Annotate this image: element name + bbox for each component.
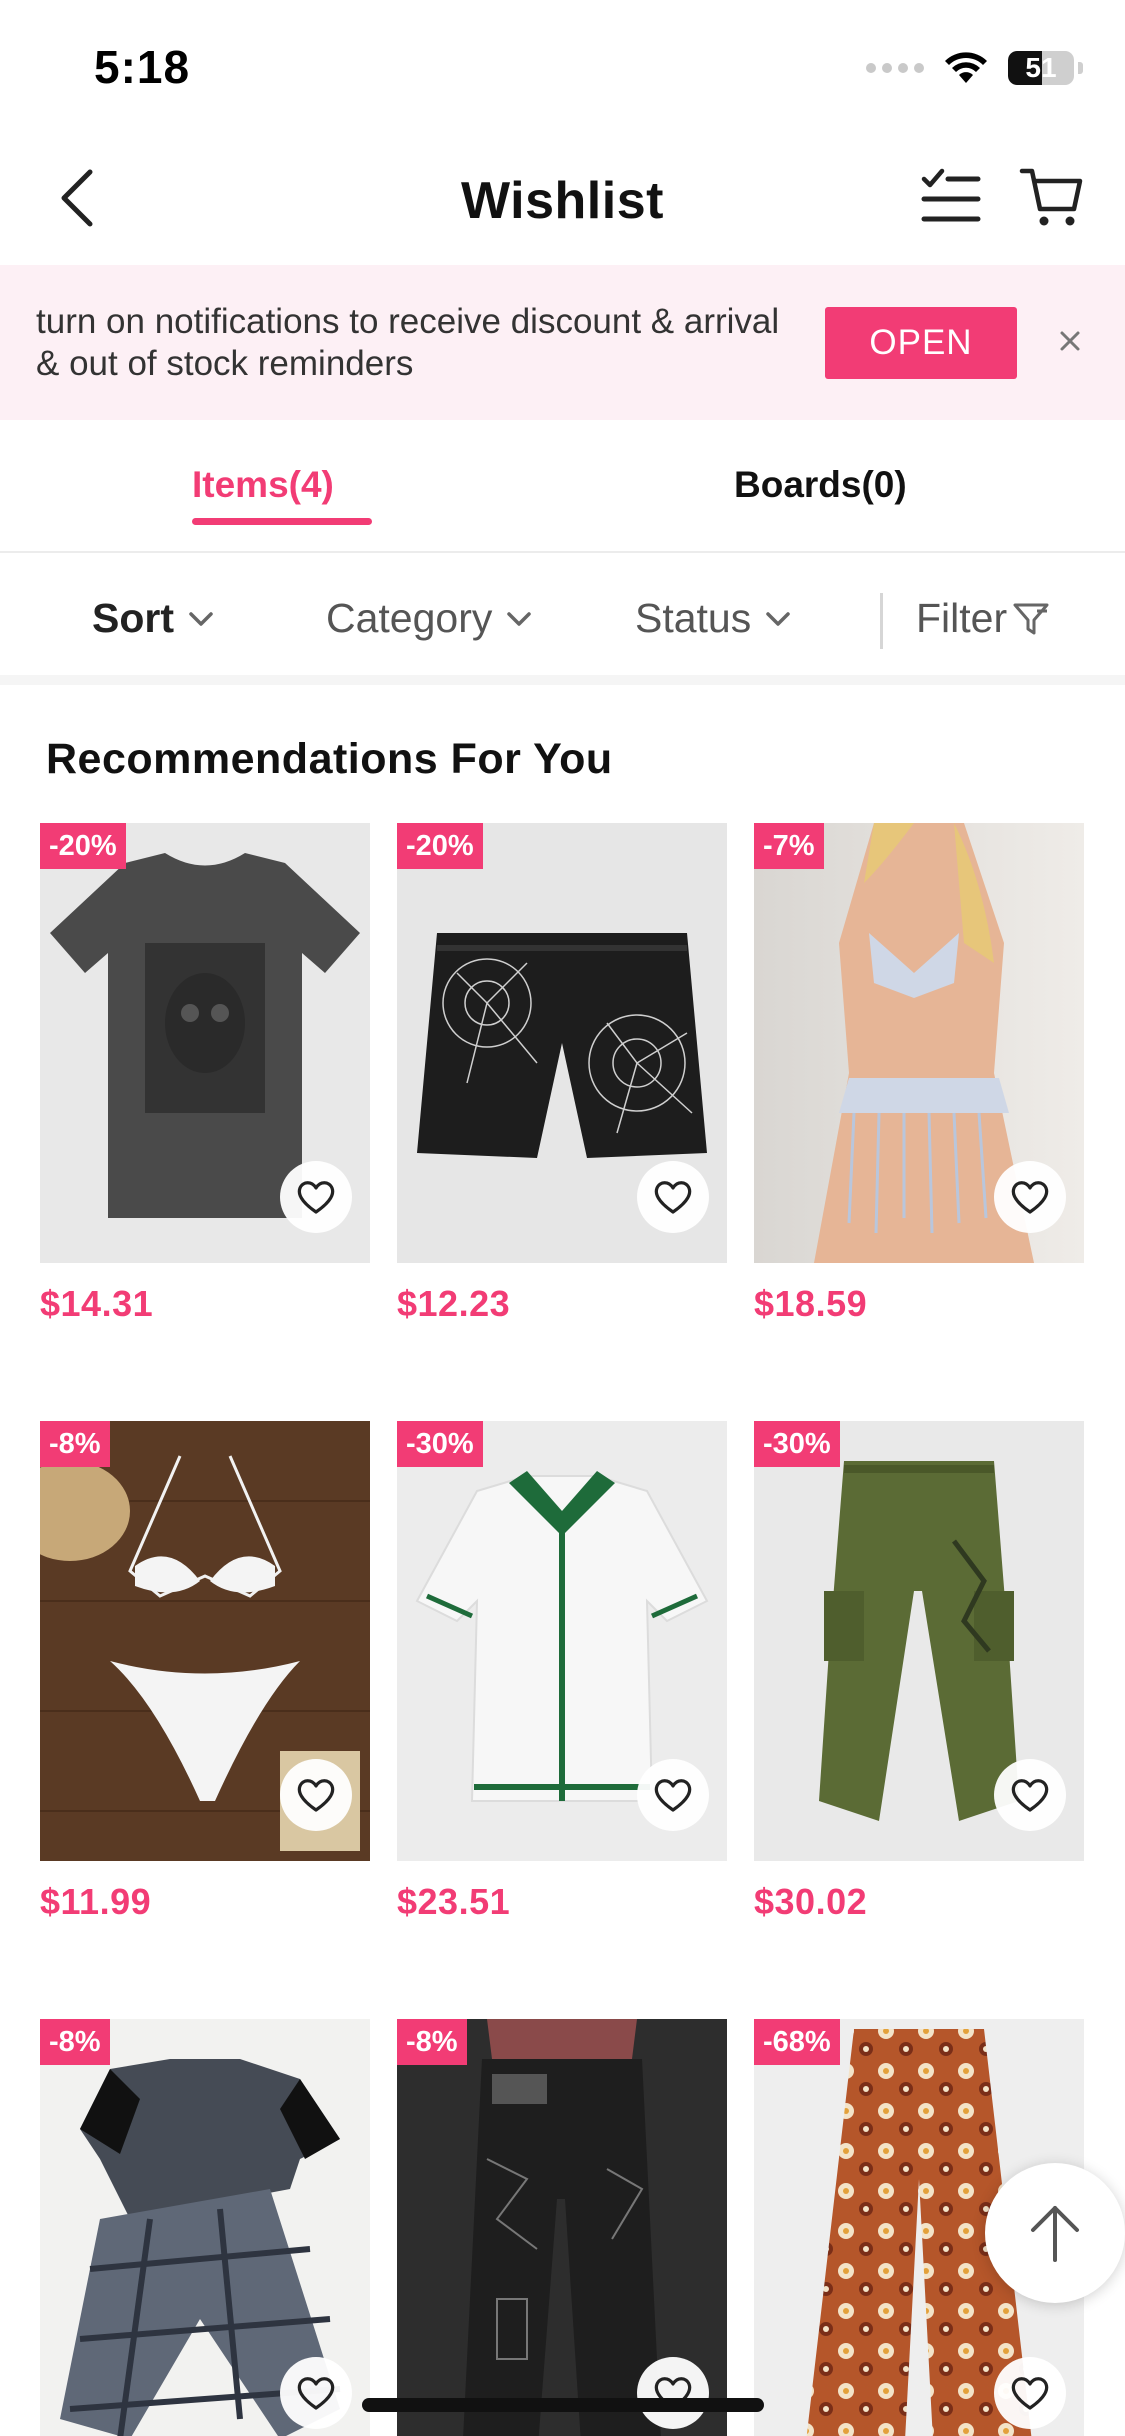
tab-boards[interactable]: Boards(0) (734, 464, 907, 506)
status-icons: 51 (866, 48, 1083, 88)
battery-level: 51 (1025, 52, 1057, 83)
product-card[interactable]: -20% $12.23 (397, 823, 727, 1325)
heart-icon (654, 1181, 692, 1214)
discount-badge: -30% (397, 1421, 483, 1467)
category-label: Category (326, 595, 493, 641)
chevron-down-icon (507, 611, 532, 626)
sort-label: Sort (92, 595, 174, 641)
chevron-down-icon (766, 611, 790, 626)
cart-icon (1019, 168, 1083, 226)
filter-label: Filter (916, 595, 1008, 641)
product-card[interactable]: -20% $14.31 (40, 823, 370, 1325)
product-price: $23.51 (397, 1881, 511, 1922)
discount-badge: -7% (754, 823, 824, 869)
product-image[interactable]: -8% (397, 2019, 727, 2436)
cart-button[interactable] (1018, 163, 1086, 231)
status-bar: 5:18 51 (0, 0, 1125, 135)
product-image[interactable]: -30% (754, 1421, 1084, 1861)
funnel-icon (1013, 603, 1049, 634)
product-image[interactable]: -8% (40, 2019, 370, 2436)
open-notifications-button[interactable]: OPEN (825, 307, 1017, 379)
wishlist-heart-button[interactable] (280, 1161, 352, 1233)
wishlist-heart-button[interactable] (280, 1759, 352, 1831)
status-dropdown[interactable]: Status (635, 595, 791, 642)
chevron-down-icon (189, 611, 213, 626)
discount-badge: -20% (397, 823, 483, 869)
discount-badge: -30% (754, 1421, 840, 1467)
product-price: $14.31 (40, 1283, 154, 1324)
recommendations-title: Recommendations For You (46, 735, 613, 783)
heart-icon (1011, 1181, 1049, 1214)
status-time: 5:18 (94, 41, 191, 93)
discount-badge: -20% (40, 823, 126, 869)
product-card[interactable]: -30% $30.02 (754, 1421, 1084, 1923)
cellular-signal-icon (866, 63, 924, 73)
checklist-icon (921, 168, 981, 222)
product-image[interactable]: -30% (397, 1421, 727, 1861)
product-image[interactable]: -20% (397, 823, 727, 1263)
wifi-icon (945, 52, 987, 83)
product-price: $30.02 (754, 1881, 868, 1922)
product-card[interactable]: -30% $23.51 (397, 1421, 727, 1923)
filter-divider (880, 593, 883, 649)
battery-cap (1078, 62, 1083, 74)
scroll-to-top-button[interactable] (985, 2163, 1125, 2303)
filter-button[interactable]: Filter (916, 595, 1051, 642)
edit-list-button[interactable] (918, 165, 982, 229)
wishlist-heart-button[interactable] (994, 1161, 1066, 1233)
product-price: $11.99 (40, 1881, 152, 1922)
close-icon[interactable] (1052, 323, 1088, 359)
discount-badge: -8% (40, 1421, 110, 1467)
notification-text: turn on notifications to receive discoun… (36, 302, 780, 383)
product-card[interactable]: -8% (40, 2019, 370, 2436)
active-tab-indicator (192, 518, 372, 525)
filter-bar: Sort Category Status Filter (0, 555, 1125, 685)
heart-icon (297, 1181, 335, 1214)
arrow-up-icon (1031, 2206, 1079, 2262)
wishlist-tabs: Items(4) Boards(0) (0, 420, 1125, 553)
product-price: $18.59 (754, 1283, 868, 1324)
wishlist-heart-button[interactable] (637, 1759, 709, 1831)
notification-banner: turn on notifications to receive discoun… (0, 265, 1125, 420)
home-indicator[interactable] (362, 2398, 764, 2412)
wishlist-heart-button[interactable] (280, 2357, 352, 2429)
heart-icon (297, 1779, 335, 1812)
discount-badge: -68% (754, 2019, 840, 2065)
discount-badge: -8% (40, 2019, 110, 2065)
nav-header: Wishlist (0, 135, 1125, 265)
heart-icon (297, 2377, 335, 2410)
wishlist-heart-button[interactable] (994, 2357, 1066, 2429)
tab-items[interactable]: Items(4) (192, 464, 334, 506)
heart-icon (1011, 2377, 1049, 2410)
product-card[interactable]: -7% $18.59 (754, 823, 1084, 1325)
sort-dropdown[interactable]: Sort (92, 595, 214, 642)
battery-icon: 51 (1008, 51, 1074, 85)
heart-icon (1011, 1779, 1049, 1812)
product-price: $12.23 (397, 1283, 511, 1324)
product-image[interactable]: -7% (754, 823, 1084, 1263)
status-label: Status (635, 595, 752, 641)
wishlist-heart-button[interactable] (994, 1759, 1066, 1831)
wishlist-heart-button[interactable] (637, 2357, 709, 2429)
wishlist-heart-button[interactable] (637, 1161, 709, 1233)
product-card[interactable]: -8% $11.99 (40, 1421, 370, 1923)
product-image[interactable]: -8% (40, 1421, 370, 1861)
product-card[interactable]: -8% (397, 2019, 727, 2436)
heart-icon (654, 1779, 692, 1812)
category-dropdown[interactable]: Category (326, 595, 532, 642)
product-image[interactable]: -20% (40, 823, 370, 1263)
discount-badge: -8% (397, 2019, 467, 2065)
